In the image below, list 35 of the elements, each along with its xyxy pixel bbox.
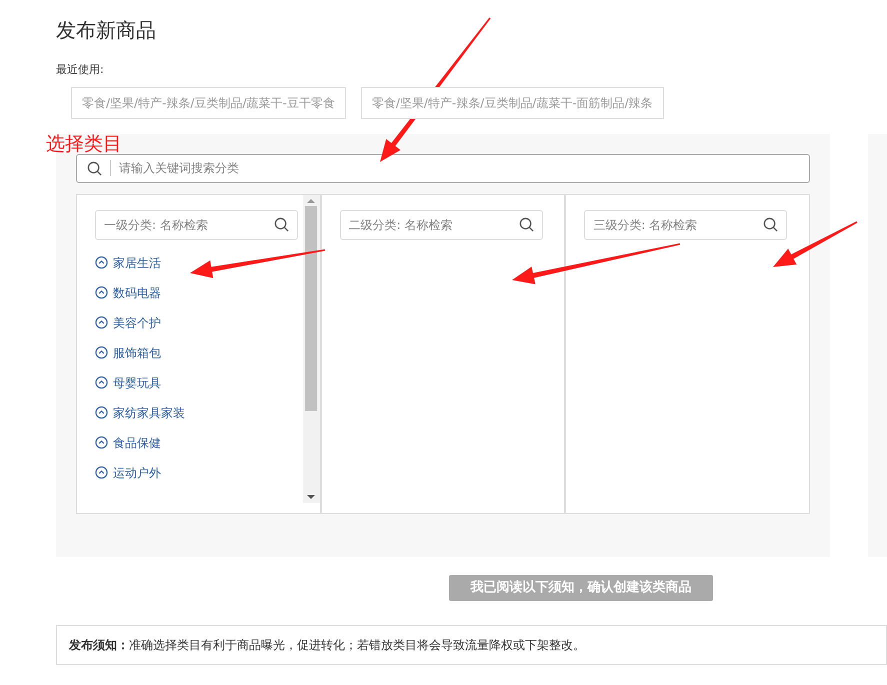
scrollbar[interactable] — [302, 194, 320, 502]
column-search-field[interactable]: 一级分类: 名称检索 — [95, 210, 298, 240]
category-item[interactable]: 美容个护 — [95, 314, 302, 332]
column-search-input[interactable]: 三级分类: 名称检索 — [593, 216, 764, 234]
notice-label: 发布须知： — [69, 636, 129, 654]
category-item[interactable]: 家纺家具家装 — [95, 404, 302, 422]
category-item[interactable]: 数码电器 — [95, 284, 302, 302]
search-icon — [274, 217, 289, 232]
expand-circle-icon — [95, 286, 108, 299]
scroll-thumb[interactable] — [305, 206, 318, 410]
expand-circle-icon — [95, 316, 108, 329]
category-search-field[interactable]: 请输入关键词搜索分类 — [76, 154, 810, 182]
expand-circle-icon — [95, 346, 108, 359]
recent-label: 最近使用: — [56, 62, 105, 78]
category-item[interactable]: 服饰箱包 — [95, 344, 302, 362]
column-search-input[interactable]: 一级分类: 名称检索 — [104, 216, 274, 234]
expand-circle-icon — [95, 436, 108, 449]
notice-text: 准确选择类目有利于商品曝光，促进转化；若错放类目将会导致流量降权或下架整改。 — [129, 636, 585, 654]
category-item[interactable]: 母婴玩具 — [95, 374, 302, 392]
category-item[interactable]: 食品保健 — [95, 434, 302, 452]
search-icon — [763, 217, 778, 232]
scroll-down-icon[interactable] — [307, 494, 316, 498]
expand-circle-icon — [95, 376, 108, 389]
search-icon — [518, 217, 534, 232]
expand-circle-icon — [95, 406, 108, 419]
category-item[interactable]: 运动户外 — [95, 464, 302, 482]
search-icon — [87, 160, 102, 176]
category-item[interactable]: 家居生活 — [95, 254, 302, 272]
expand-circle-icon — [95, 466, 108, 479]
column-search-field[interactable]: 二级分类: 名称检索 — [340, 210, 543, 240]
page-title: 发布新商品 — [56, 17, 157, 44]
category-search-input[interactable]: 请输入关键词搜索分类 — [119, 159, 799, 177]
expand-circle-icon — [95, 256, 108, 269]
column-search-input[interactable]: 二级分类: 名称检索 — [348, 216, 519, 234]
column-search-field[interactable]: 三级分类: 名称检索 — [584, 210, 788, 240]
